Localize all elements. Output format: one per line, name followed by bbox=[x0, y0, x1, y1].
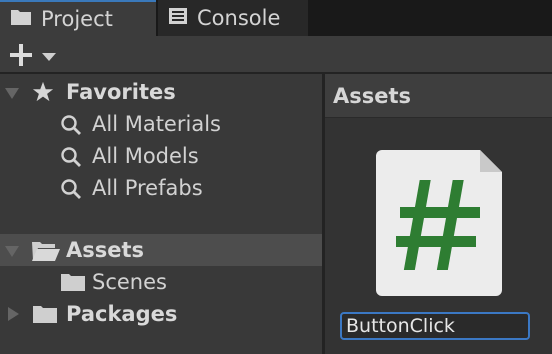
tree-item-all-materials[interactable]: All Materials bbox=[0, 108, 322, 140]
tab-project[interactable]: Project bbox=[0, 0, 156, 36]
tab-console[interactable]: Console bbox=[158, 0, 308, 36]
tree-item-favorites[interactable]: Favorites bbox=[0, 76, 322, 108]
create-add-button[interactable] bbox=[8, 42, 62, 68]
search-icon bbox=[60, 146, 82, 173]
folder-icon bbox=[32, 304, 58, 329]
caret-down-icon bbox=[42, 53, 56, 61]
breadcrumb-assets[interactable]: Assets bbox=[333, 84, 411, 108]
tree-item-all-models[interactable]: All Models bbox=[0, 140, 322, 172]
tree-item-assets[interactable]: Assets bbox=[0, 234, 322, 266]
star-icon bbox=[32, 81, 54, 108]
tree-item-label: Scenes bbox=[92, 270, 167, 294]
project-tree: Favorites All Materials All Models All P… bbox=[0, 74, 322, 354]
collapse-arrow-icon[interactable] bbox=[8, 307, 19, 321]
tab-console-label: Console bbox=[197, 5, 281, 30]
expand-arrow-icon[interactable] bbox=[5, 246, 19, 257]
folder-icon bbox=[60, 272, 86, 297]
project-toolbar bbox=[0, 36, 552, 74]
assets-content-pane: Assets bbox=[325, 74, 552, 354]
tree-item-all-prefabs[interactable]: All Prefabs bbox=[0, 172, 322, 204]
script-asset-icon[interactable] bbox=[376, 150, 502, 296]
tree-item-packages[interactable]: Packages bbox=[0, 298, 322, 330]
tree-item-label: Favorites bbox=[66, 80, 176, 104]
folder-icon bbox=[10, 7, 32, 31]
tree-item-label: Packages bbox=[66, 302, 178, 326]
tree-item-label: All Materials bbox=[92, 112, 221, 136]
window-tab-bar: Project Console bbox=[0, 0, 552, 36]
asset-rename-input[interactable] bbox=[340, 312, 530, 340]
console-icon bbox=[168, 6, 188, 30]
tree-item-label: All Models bbox=[92, 144, 199, 168]
search-icon bbox=[60, 178, 82, 205]
tree-item-scenes[interactable]: Scenes bbox=[0, 266, 322, 298]
tree-item-label: Assets bbox=[66, 238, 145, 262]
breadcrumb: Assets bbox=[325, 74, 552, 118]
tab-project-label: Project bbox=[41, 6, 113, 31]
tree-item-label: All Prefabs bbox=[92, 176, 203, 200]
expand-arrow-icon[interactable] bbox=[5, 88, 19, 99]
search-icon bbox=[60, 114, 82, 141]
folder-open-icon bbox=[31, 240, 61, 267]
